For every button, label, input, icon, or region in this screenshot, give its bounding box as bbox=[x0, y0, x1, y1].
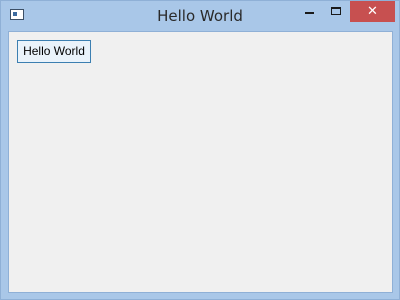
client-area: Hello World bbox=[8, 31, 393, 293]
minimize-icon bbox=[305, 12, 314, 14]
app-window: Hello World ✕ Hello World bbox=[0, 0, 400, 300]
app-icon-detail bbox=[13, 12, 17, 16]
app-icon[interactable] bbox=[10, 9, 24, 20]
title-bar[interactable]: Hello World ✕ bbox=[1, 1, 399, 31]
hello-world-button[interactable]: Hello World bbox=[17, 40, 91, 63]
close-button[interactable]: ✕ bbox=[350, 1, 395, 22]
maximize-icon bbox=[331, 7, 341, 15]
window-title: Hello World bbox=[157, 7, 243, 25]
minimize-button[interactable] bbox=[296, 1, 323, 22]
close-icon: ✕ bbox=[367, 4, 378, 19]
maximize-button[interactable] bbox=[323, 1, 350, 22]
